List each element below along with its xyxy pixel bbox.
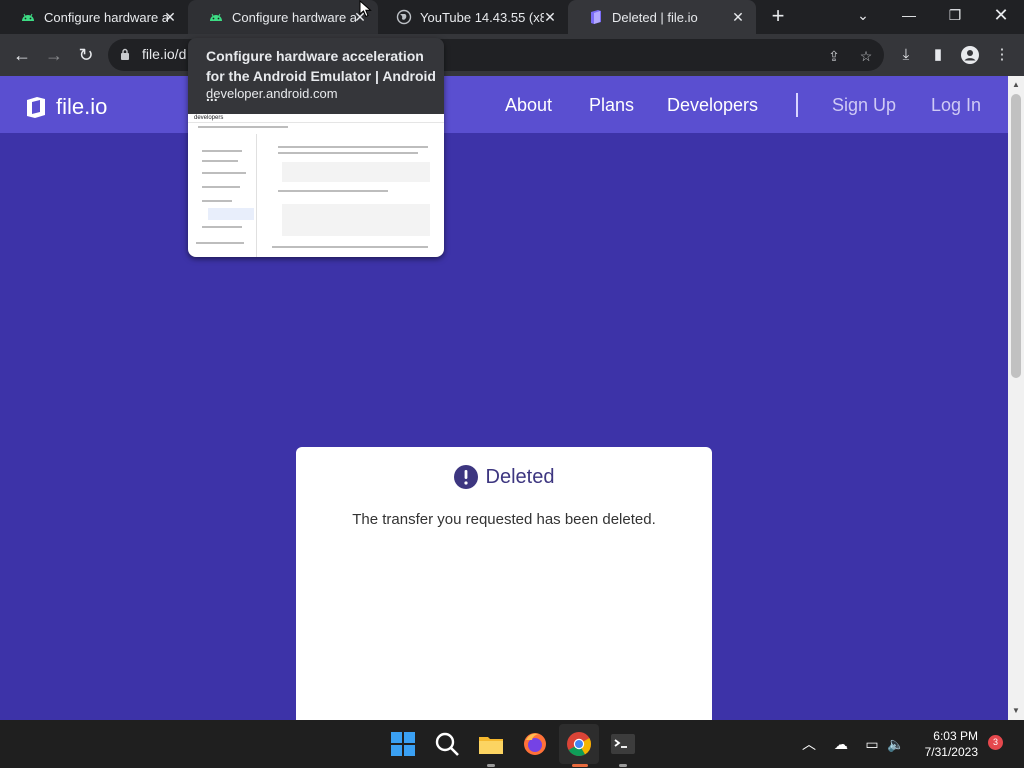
taskbar-indicator <box>619 764 627 767</box>
forward-icon[interactable]: → <box>42 43 66 67</box>
taskbar-indicator <box>572 764 588 767</box>
page-scrollbar[interactable]: ▲ ▼ <box>1008 76 1024 720</box>
restore-icon[interactable]: ❐ <box>932 0 978 34</box>
tab-title: Configure hardware ac <box>232 9 356 25</box>
preview-line <box>202 200 232 202</box>
network-icon[interactable]: ▭ <box>862 734 882 754</box>
preview-code-block <box>282 204 430 236</box>
android-icon <box>210 13 222 21</box>
browser-toolbar: ← → ↻ file.io/d ⇪ ☆ ⤓ ▮ ⋮ <box>0 34 1024 76</box>
web-page: file.io About Plans Developers Sign Up L… <box>0 76 1008 720</box>
preview-tabs-line <box>198 126 288 128</box>
preview-line <box>278 146 428 148</box>
preview-line <box>202 226 242 228</box>
tab-title: Configure hardware ac <box>44 9 168 25</box>
nav-divider <box>796 93 798 117</box>
system-clock[interactable]: 6:03 PM 7/31/2023 <box>906 728 978 760</box>
deleted-card: Deleted The transfer you requested has b… <box>296 447 712 720</box>
side-panel-icon[interactable]: ▮ <box>929 46 947 64</box>
windows-taskbar: ︿ ☁ ▭ 🔈 6:03 PM 7/31/2023 3 <box>0 720 1024 768</box>
back-icon[interactable]: ← <box>10 43 34 67</box>
bookmark-star-icon[interactable]: ☆ <box>858 48 874 64</box>
preview-line <box>272 246 428 248</box>
address-text: file.io/d <box>142 46 187 62</box>
menu-kebab-icon[interactable]: ⋮ <box>993 46 1011 64</box>
preview-code-block <box>282 162 430 182</box>
lock-icon <box>121 48 129 60</box>
minimize-icon[interactable]: — <box>886 0 932 34</box>
chrome-icon[interactable] <box>565 730 593 758</box>
terminal-icon[interactable] <box>609 730 637 758</box>
globe-icon <box>396 9 412 25</box>
preview-line <box>278 152 418 154</box>
fileio-logo-icon <box>27 97 45 118</box>
scroll-thumb[interactable] <box>1011 94 1021 378</box>
site-logo[interactable]: file.io <box>24 94 107 120</box>
nav-sign-up[interactable]: Sign Up <box>832 95 896 116</box>
download-icon[interactable]: ⤓ <box>897 46 915 64</box>
window-close-icon[interactable]: ✕ <box>978 0 1024 34</box>
hover-card-domain: developer.android.com <box>206 86 338 101</box>
tab-hover-card: Configure hardware acceleration for the … <box>188 38 444 257</box>
share-icon[interactable]: ⇪ <box>826 48 842 64</box>
clock-time: 6:03 PM <box>933 729 978 743</box>
alert-icon <box>453 465 478 489</box>
tab-title: Deleted | file.io <box>612 9 698 25</box>
search-icon[interactable] <box>433 730 461 758</box>
tab-strip: Configure hardware ac ✕ Configure hardwa… <box>0 0 1024 34</box>
volume-icon[interactable]: 🔈 <box>886 734 906 754</box>
chevron-up-icon[interactable]: ︿ <box>799 734 819 754</box>
nav-developers[interactable]: Developers <box>667 95 758 116</box>
file-explorer-icon[interactable] <box>477 730 505 758</box>
tab-youtube[interactable]: YouTube 14.43.55 (x86) ✕ <box>376 0 568 34</box>
notification-badge[interactable]: 3 <box>988 735 1003 750</box>
preview-line <box>278 190 388 192</box>
tab-android-1[interactable]: Configure hardware ac ✕ <box>0 0 188 34</box>
profile-icon[interactable] <box>960 45 980 65</box>
android-icon <box>22 13 34 21</box>
nav-about[interactable]: About <box>505 95 552 116</box>
onedrive-offline-icon[interactable]: ☁ <box>831 734 851 754</box>
scroll-down-icon[interactable]: ▼ <box>1011 706 1021 716</box>
fileio-icon <box>591 10 601 24</box>
tab-search-icon[interactable]: ⌄ <box>840 0 886 34</box>
preview-line <box>202 160 238 162</box>
site-brand: file.io <box>56 94 108 119</box>
reload-icon[interactable]: ↻ <box>74 43 98 67</box>
preview-brand: developers <box>194 115 224 121</box>
scroll-up-icon[interactable]: ▲ <box>1011 80 1021 90</box>
preview-line <box>202 150 242 152</box>
clock-date: 7/31/2023 <box>924 745 978 759</box>
preview-topbar <box>188 114 444 123</box>
new-tab-button[interactable]: + <box>768 5 788 27</box>
preview-sidebar <box>188 134 257 257</box>
preview-line <box>196 242 244 244</box>
card-heading: Deleted <box>485 465 555 488</box>
windows-start-icon[interactable] <box>389 730 417 758</box>
tab-android-2[interactable]: Configure hardware ac ✕ <box>188 0 378 34</box>
card-message: The transfer you requested has been dele… <box>352 511 656 528</box>
preview-line <box>202 172 246 174</box>
preview-selected-item <box>208 208 254 220</box>
mouse-cursor-icon <box>359 0 372 18</box>
taskbar-indicator <box>487 764 495 767</box>
tab-fileio[interactable]: Deleted | file.io ✕ <box>568 0 756 34</box>
nav-log-in[interactable]: Log In <box>931 95 981 116</box>
hover-card-preview: developers <box>188 114 444 257</box>
card-heading-row: Deleted <box>296 465 712 489</box>
close-icon[interactable]: ✕ <box>542 9 558 25</box>
nav-plans[interactable]: Plans <box>589 95 634 116</box>
site-header: file.io About Plans Developers Sign Up L… <box>0 76 1008 133</box>
preview-line <box>202 186 240 188</box>
tab-title: YouTube 14.43.55 (x86) <box>420 9 544 25</box>
firefox-icon[interactable] <box>521 730 549 758</box>
close-icon[interactable]: ✕ <box>730 9 746 25</box>
close-icon[interactable]: ✕ <box>162 9 178 25</box>
